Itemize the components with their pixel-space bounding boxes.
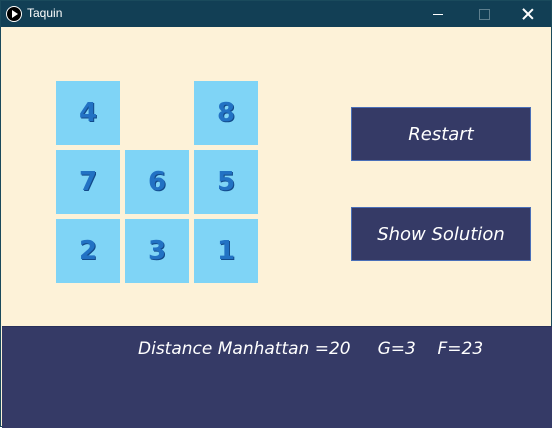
title-bar[interactable]: Taquin (1, 1, 551, 27)
tile-8[interactable]: 8 (194, 81, 258, 145)
f-cost: F=23 (437, 339, 484, 359)
tile-5[interactable]: 5 (194, 150, 258, 214)
tile-2[interactable]: 2 (56, 219, 120, 283)
tile-4[interactable]: 4 (56, 81, 120, 145)
maximize-icon (478, 8, 490, 20)
restart-button[interactable]: Restart (351, 107, 531, 161)
maximize-button[interactable] (461, 1, 507, 27)
status-line: Distance Manhattan =20 G=3 F=23 (138, 339, 483, 359)
game-window: Taquin 4 8 7 6 5 2 3 1 Restart Show Solu… (0, 0, 552, 428)
app-icon (6, 6, 22, 22)
g-cost: G=3 (377, 339, 416, 359)
manhattan-distance: Distance Manhattan =20 (138, 339, 351, 359)
close-button[interactable] (505, 1, 551, 27)
minimize-icon (433, 13, 443, 15)
tile-7[interactable]: 7 (56, 150, 120, 214)
tile-6[interactable]: 6 (125, 150, 189, 214)
minimize-button[interactable] (415, 1, 461, 27)
window-title: Taquin (27, 6, 63, 20)
close-icon (522, 8, 534, 20)
tile-3[interactable]: 3 (125, 219, 189, 283)
show-solution-button[interactable]: Show Solution (351, 207, 531, 261)
tile-1[interactable]: 1 (194, 219, 258, 283)
status-panel: Distance Manhattan =20 G=3 F=23 (2, 326, 552, 428)
